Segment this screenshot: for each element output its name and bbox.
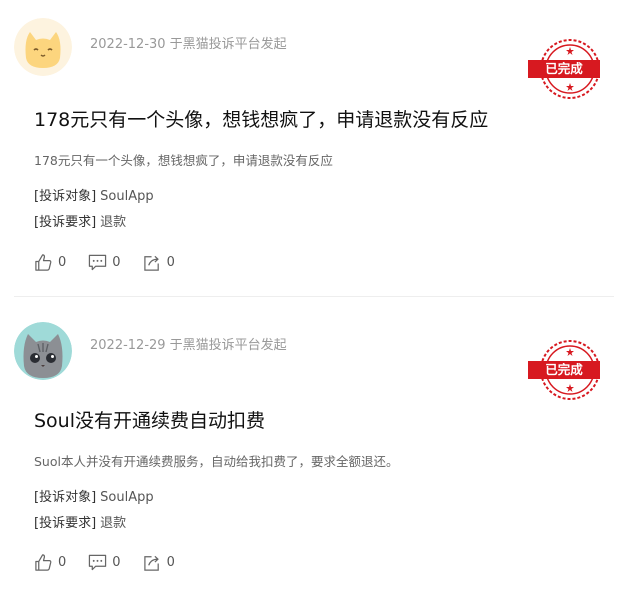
status-stamp: 已完成 (526, 339, 602, 401)
request-value: 退款 (100, 215, 127, 230)
comment-button[interactable]: 0 (88, 253, 121, 272)
thumbs-up-icon (35, 253, 52, 271)
complaint-request: [投诉要求] 退款 (34, 512, 126, 531)
share-count: 0 (166, 554, 175, 570)
target-value[interactable]: SoulApp (100, 490, 153, 505)
request-label: [投诉要求] (34, 215, 97, 230)
target-label: [投诉对象] (34, 490, 97, 505)
request-value: 退款 (100, 516, 127, 531)
complaint-request: [投诉要求] 退款 (34, 211, 126, 230)
like-button[interactable]: 0 (34, 253, 66, 272)
like-count: 0 (58, 554, 67, 570)
share-icon (143, 255, 159, 271)
target-value[interactable]: SoulApp (100, 189, 153, 204)
comment-button[interactable]: 0 (88, 553, 121, 572)
complaint-date: 2022-12-30 于黑猫投诉平台发起 (90, 37, 287, 52)
cat-avatar-gray-icon (14, 322, 72, 380)
complaint-target: [投诉对象] SoulApp (34, 486, 154, 505)
complaint-description: 178元只有一个头像，想钱想疯了，申请退款没有反应 (34, 153, 333, 168)
share-count: 0 (166, 254, 175, 270)
share-button[interactable]: 0 (143, 253, 175, 272)
share-icon (143, 555, 159, 571)
divider (14, 296, 614, 297)
complaint-target: [投诉对象] SoulApp (34, 185, 154, 204)
complaint-date: 2022-12-29 于黑猫投诉平台发起 (90, 338, 287, 353)
like-button[interactable]: 0 (34, 553, 66, 572)
target-label: [投诉对象] (34, 189, 97, 204)
comment-icon (89, 254, 107, 270)
user-avatar (14, 18, 72, 76)
complaint-description: Suol本人并没有开通续费服务，自动给我扣费了，要求全额退还。 (34, 454, 399, 469)
action-bar: 0 0 0 (34, 552, 197, 572)
cat-avatar-yellow-icon (14, 18, 72, 76)
user-avatar (14, 322, 72, 380)
complaint-title[interactable]: Soul没有开通续费自动扣费 (34, 406, 265, 433)
complaint-card[interactable]: 2022-12-30 于黑猫投诉平台发起 已完成 178元只有一个头像，想钱想疯… (0, 0, 629, 297)
like-count: 0 (58, 254, 67, 270)
request-label: [投诉要求] (34, 516, 97, 531)
thumbs-up-icon (35, 553, 52, 571)
comment-icon (89, 554, 107, 570)
action-bar: 0 0 0 (34, 252, 197, 272)
comment-count: 0 (112, 254, 121, 270)
complaint-title[interactable]: 178元只有一个头像，想钱想疯了，申请退款没有反应 (34, 105, 488, 132)
status-stamp: 已完成 (526, 38, 602, 100)
status-badge: 已完成 (545, 362, 583, 377)
status-badge: 已完成 (545, 61, 583, 76)
complaint-card[interactable]: 2022-12-29 于黑猫投诉平台发起 已完成 Soul没有开通续费自动扣费 … (0, 300, 629, 598)
comment-count: 0 (112, 554, 121, 570)
share-button[interactable]: 0 (143, 553, 175, 572)
